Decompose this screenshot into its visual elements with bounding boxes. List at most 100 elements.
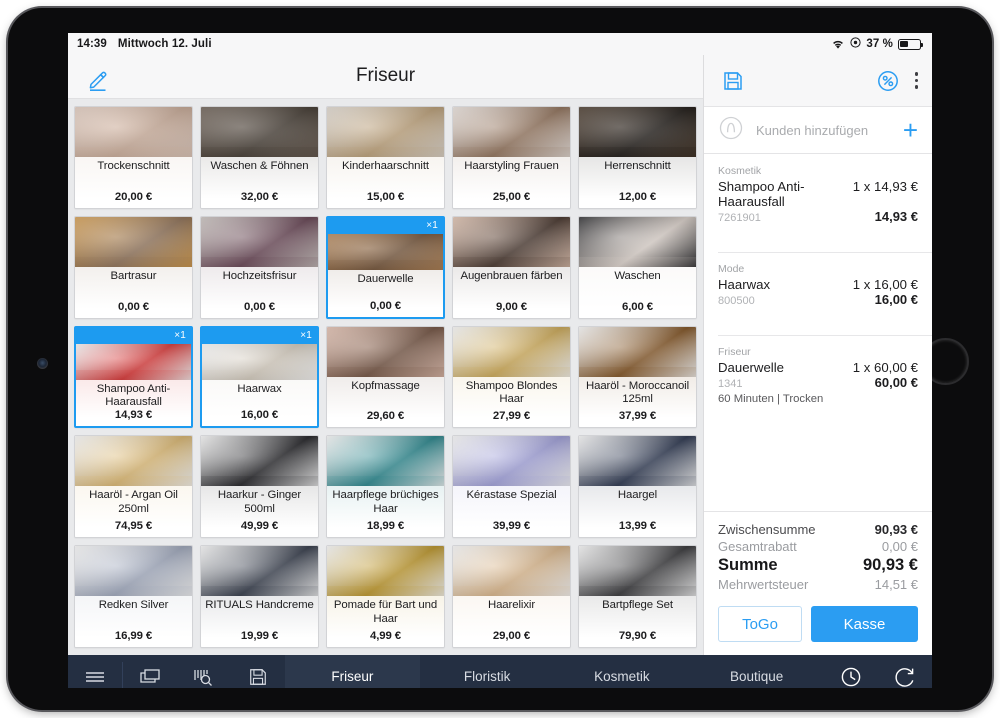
product-name: Kinderhaarschnitt bbox=[342, 159, 429, 172]
status-time: 14:39 bbox=[77, 38, 107, 50]
cart-item-sku: 1341 bbox=[718, 378, 743, 390]
total-row: Zwischensumme 90,93 € bbox=[718, 522, 918, 537]
plus-icon[interactable]: + bbox=[903, 117, 918, 143]
product-name: RITUALS Handcreme bbox=[205, 599, 314, 612]
cart-item-qty-price: 1 x 16,00 € bbox=[852, 277, 918, 292]
receipt-pane: Kunden hinzufügen + Kosmetik Shampoo Anti… bbox=[703, 55, 932, 655]
product-card[interactable]: Hochzeitsfrisur 0,00 € bbox=[200, 215, 319, 319]
product-card[interactable]: RITUALS Handcreme 19,99 € bbox=[200, 545, 319, 648]
product-price: 18,99 € bbox=[366, 520, 405, 533]
hamburger-menu-icon[interactable] bbox=[68, 655, 122, 688]
product-card[interactable]: Herrenschnitt 12,00 € bbox=[578, 105, 697, 209]
product-name: Haarpflege brüchiges Haar bbox=[332, 489, 439, 515]
barcode-search-icon[interactable] bbox=[177, 655, 231, 688]
battery-icon bbox=[898, 38, 924, 50]
product-name: Kopfmassage bbox=[351, 379, 420, 392]
battery-percent: 37 % bbox=[866, 38, 893, 50]
product-card[interactable]: ×1 Haarwax 16,00 € bbox=[200, 325, 319, 429]
kasse-button[interactable]: Kasse bbox=[811, 606, 918, 642]
product-card[interactable]: Trockenschnitt 20,00 € bbox=[74, 105, 193, 209]
percent-discount-icon[interactable] bbox=[877, 70, 899, 92]
nav-tabs: Friseur Floristik Kosmetik Boutique bbox=[285, 655, 824, 688]
product-price: 12,00 € bbox=[618, 190, 657, 203]
product-name: Haarwax bbox=[237, 382, 282, 395]
total-row: Summe 90,93 € bbox=[718, 556, 918, 575]
product-name: Bartpflege Set bbox=[602, 599, 673, 612]
nav-tab-boutique[interactable]: Boutique bbox=[689, 655, 824, 688]
product-card[interactable]: Bartpflege Set 79,90 € bbox=[578, 545, 697, 648]
cart-items-list[interactable]: Kosmetik Shampoo Anti-Haarausfall 1 x 14,9… bbox=[704, 154, 932, 511]
product-card[interactable]: Haarelixir 29,00 € bbox=[452, 545, 571, 648]
cart-item-sku: 800500 bbox=[718, 295, 755, 307]
product-name: Bartrasur bbox=[110, 269, 157, 282]
product-card[interactable]: Redken Silver 16,99 € bbox=[74, 545, 193, 648]
nav-tab-friseur[interactable]: Friseur bbox=[285, 655, 420, 688]
product-name: Haargel bbox=[617, 489, 658, 502]
product-card[interactable]: ×1 Dauerwelle 0,00 € bbox=[326, 215, 445, 319]
total-value: 90,93 € bbox=[862, 556, 918, 574]
front-camera bbox=[37, 358, 48, 369]
product-price: 19,99 € bbox=[240, 630, 279, 642]
cart-line-item[interactable]: Kosmetik Shampoo Anti-Haarausfall 1 x 14,9… bbox=[704, 154, 932, 252]
windows-stack-icon[interactable] bbox=[123, 655, 177, 688]
product-grid: Trockenschnitt 20,00 € Waschen & Föhnen 32,… bbox=[68, 98, 703, 655]
togo-button[interactable]: ToGo bbox=[718, 606, 802, 642]
cart-item-category: Kosmetik bbox=[718, 165, 762, 177]
location-icon bbox=[850, 37, 861, 51]
product-card[interactable]: Augenbrauen färben 9,00 € bbox=[452, 215, 571, 319]
product-card[interactable]: Haaröl - Moroccanoil 125ml 37,99 € bbox=[578, 325, 697, 429]
cart-item-category: Friseur bbox=[718, 346, 751, 358]
clock-history-icon[interactable] bbox=[824, 655, 878, 688]
product-card[interactable]: Haarpflege brüchiges Haar 18,99 € bbox=[326, 435, 445, 539]
cart-item-total: 60,00 € bbox=[874, 375, 918, 390]
wifi-icon bbox=[831, 39, 845, 50]
floppy-save-icon-nav[interactable] bbox=[231, 655, 285, 688]
nav-tab-floristik[interactable]: Floristik bbox=[420, 655, 555, 688]
person-outline-icon bbox=[718, 115, 744, 146]
kebab-more-icon[interactable] bbox=[914, 72, 918, 89]
product-price: 9,00 € bbox=[495, 300, 528, 313]
cart-line-item[interactable]: Friseur Dauerwelle 1 x 60,00 € 1341 60,00 € 6… bbox=[704, 335, 932, 433]
product-price: 16,00 € bbox=[240, 409, 279, 422]
cart-item-note: 60 Minuten | Trocken bbox=[718, 393, 824, 405]
product-name: Haarelixir bbox=[487, 599, 536, 612]
product-name: Haarstyling Frauen bbox=[464, 159, 559, 172]
product-price: 74,95 € bbox=[114, 520, 153, 533]
sync-refresh-icon[interactable] bbox=[878, 655, 932, 688]
product-card[interactable]: Bartrasur 0,00 € bbox=[74, 215, 193, 319]
cart-item-total: 16,00 € bbox=[874, 292, 918, 307]
product-price: 16,99 € bbox=[114, 630, 153, 642]
total-label: Zwischensumme bbox=[718, 522, 816, 537]
floppy-save-icon[interactable] bbox=[722, 70, 744, 92]
product-card[interactable]: Waschen 6,00 € bbox=[578, 215, 697, 319]
product-card[interactable]: Kinderhaarschnitt 15,00 € bbox=[326, 105, 445, 209]
product-name: Kérastase Spezial bbox=[466, 489, 557, 502]
product-card[interactable]: Kopfmassage 29,60 € bbox=[326, 325, 445, 429]
pencil-edit-icon[interactable] bbox=[85, 67, 111, 93]
total-value: 90,93 € bbox=[874, 522, 918, 537]
product-card[interactable]: Haaröl - Argan Oil 250ml 74,95 € bbox=[74, 435, 193, 539]
product-card[interactable]: Kérastase Spezial 39,99 € bbox=[452, 435, 571, 539]
cart-item-name: Haarwax bbox=[718, 277, 771, 292]
cart-line-item[interactable]: Mode Haarwax 1 x 16,00 € 800500 16,00 € bbox=[704, 252, 932, 335]
product-card[interactable]: Waschen & Föhnen 32,00 € bbox=[200, 105, 319, 209]
product-price: 39,99 € bbox=[492, 520, 531, 533]
product-card[interactable]: Haarstyling Frauen 25,00 € bbox=[452, 105, 571, 209]
product-card[interactable]: Haargel 13,99 € bbox=[578, 435, 697, 539]
product-price: 0,00 € bbox=[369, 299, 402, 312]
product-card[interactable]: Shampoo Blondes Haar 27,99 € bbox=[452, 325, 571, 429]
product-price: 29,00 € bbox=[492, 630, 531, 642]
add-customer-row[interactable]: Kunden hinzufügen + bbox=[704, 107, 932, 154]
total-label: Summe bbox=[718, 556, 778, 574]
product-name: Dauerwelle bbox=[357, 272, 414, 285]
product-card[interactable]: Pomade für Bart und Haar 4,99 € bbox=[326, 545, 445, 648]
product-name: Haarkur - Ginger 500ml bbox=[217, 489, 302, 515]
nav-tab-kosmetik[interactable]: Kosmetik bbox=[555, 655, 690, 688]
product-card[interactable]: Haarkur - Ginger 500ml 49,99 € bbox=[200, 435, 319, 539]
total-label: Mehrwertsteuer bbox=[718, 577, 809, 592]
quantity-badge: ×1 bbox=[328, 217, 443, 234]
product-price: 79,90 € bbox=[618, 630, 657, 642]
catalog-header: Friseur bbox=[68, 55, 703, 99]
product-card[interactable]: ×1 Shampoo Anti-Haarausfall 14,93 € bbox=[74, 325, 193, 429]
product-price: 0,00 € bbox=[243, 300, 276, 313]
